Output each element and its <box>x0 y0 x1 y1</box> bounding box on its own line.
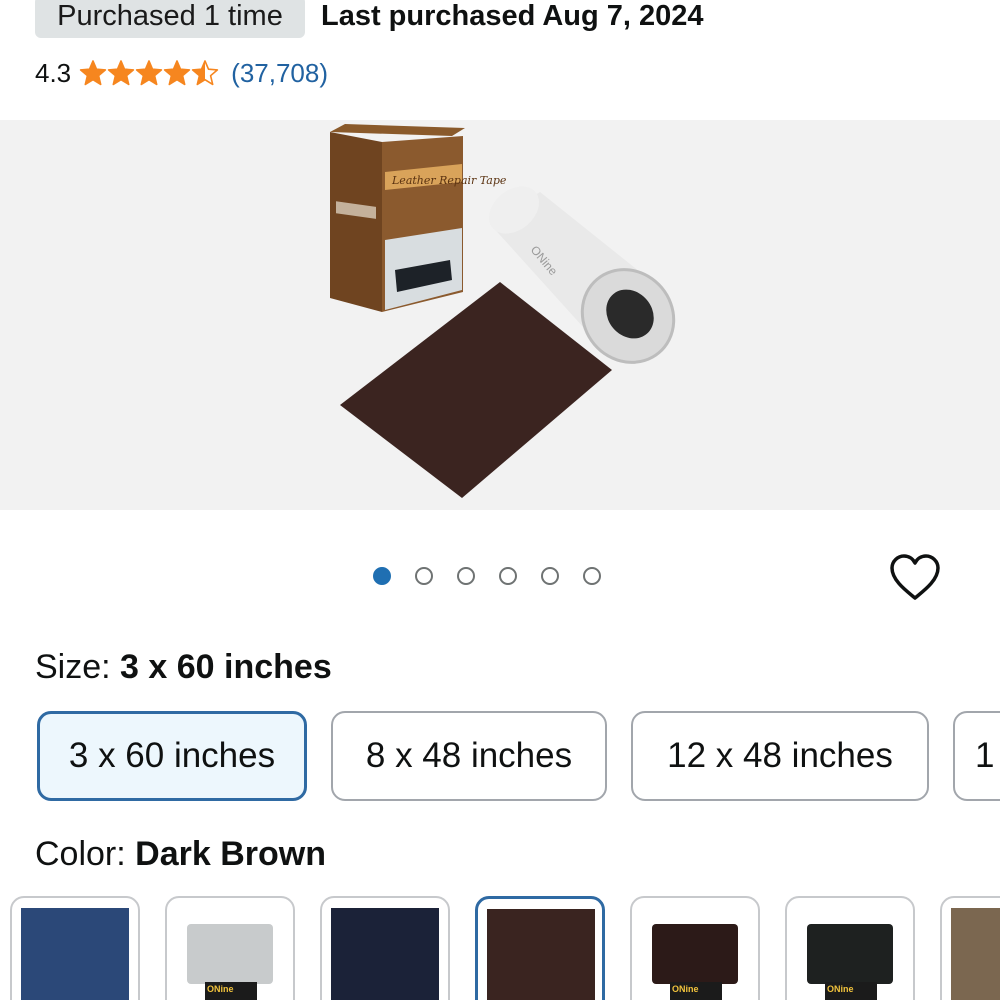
swatch-color-fill <box>331 908 439 1000</box>
color-swatch-navy-blue[interactable] <box>10 896 140 1000</box>
size-option-12x48[interactable]: 12 x 48 inches <box>631 711 929 801</box>
roll-brand-text: ONine <box>207 984 234 994</box>
color-swatch-black[interactable]: ONine <box>785 896 915 1000</box>
color-label-prefix: Color: <box>35 835 136 873</box>
purchased-badge: Purchased 1 time <box>35 0 305 38</box>
carousel-dot[interactable] <box>415 567 433 585</box>
swatch-color-fill <box>21 908 129 1000</box>
star-full-icon <box>135 60 163 86</box>
carousel-dot[interactable] <box>583 567 601 585</box>
star-full-icon <box>107 60 135 86</box>
color-swatch-light-gray[interactable]: ONine <box>165 896 295 1000</box>
size-option-3x60[interactable]: 3 x 60 inches <box>37 711 307 801</box>
rating-value: 4.3 <box>35 57 72 88</box>
last-purchased-text: Last purchased Aug 7, 2024 <box>321 0 704 32</box>
color-swatch-taupe[interactable] <box>940 896 1000 1000</box>
carousel-dot[interactable] <box>457 567 475 585</box>
color-swatch-dark-brown[interactable] <box>475 896 605 1000</box>
star-half-icon <box>191 60 219 86</box>
size-label-prefix: Size: <box>35 648 121 686</box>
swatch-roll-image: ONine <box>187 924 273 1000</box>
carousel-dot[interactable] <box>541 567 559 585</box>
color-swatch-espresso[interactable]: ONine <box>630 896 760 1000</box>
swatch-roll-image: ONine <box>652 924 738 1000</box>
star-rating[interactable] <box>79 59 219 87</box>
roll-brand-text: ONine <box>672 984 699 994</box>
color-label: Color: Dark Brown <box>35 835 326 874</box>
swatch-color-fill <box>951 908 1000 1000</box>
size-option-partial[interactable]: 1 <box>953 711 1000 801</box>
color-swatch-dark-navy[interactable] <box>320 896 450 1000</box>
roll-brand-text: ONine <box>827 984 854 994</box>
size-label: Size: 3 x 60 inches <box>35 648 332 687</box>
box-label: Leather Repair Tape <box>391 174 507 187</box>
rating-row[interactable]: 4.3 (37,708) <box>35 55 328 91</box>
swatch-color-fill <box>487 909 595 1000</box>
carousel-dot[interactable] <box>499 567 517 585</box>
size-selected-value: 3 x 60 inches <box>120 648 332 686</box>
product-image[interactable]: Leather Repair Tape ONine <box>0 120 1000 510</box>
color-selected-value: Dark Brown <box>135 835 326 873</box>
swatch-roll-image: ONine <box>807 924 893 1000</box>
carousel-dots[interactable] <box>373 567 601 589</box>
star-full-icon <box>79 60 107 86</box>
product-photo: Leather Repair Tape ONine <box>330 124 676 498</box>
review-count-link[interactable]: (37,708) <box>231 58 328 89</box>
star-full-icon <box>163 60 191 86</box>
size-option-8x48[interactable]: 8 x 48 inches <box>331 711 607 801</box>
product-detail-page: Purchased 1 time Last purchased Aug 7, 2… <box>0 0 1000 1000</box>
heart-icon[interactable] <box>888 553 942 603</box>
carousel-dot[interactable] <box>373 567 391 585</box>
